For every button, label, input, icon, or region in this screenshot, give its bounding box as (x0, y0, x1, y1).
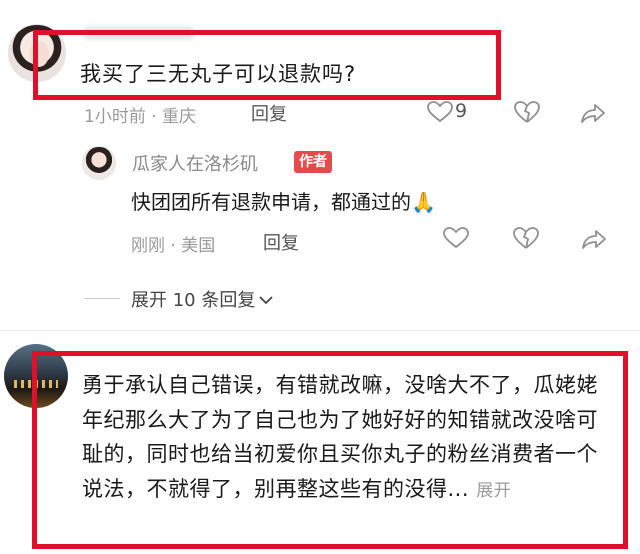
author-badge: 作者 (294, 151, 332, 173)
highlight-box (33, 30, 501, 100)
reply-text-body: 快团团所有退款申请，都通过的 (131, 190, 411, 214)
author-name[interactable]: 瓜家人在洛杉矶 (132, 150, 258, 176)
share-icon[interactable] (580, 102, 606, 124)
expand-replies-button[interactable]: 展开 10 条回复 (131, 286, 274, 312)
heart-icon[interactable] (427, 101, 453, 123)
expand-replies-label: 展开 10 条回复 (131, 290, 256, 311)
comment-meta: 1小时前 · 重庆 (84, 107, 197, 127)
reply-text: 快团团所有退款申请，都通过的🙏 (131, 186, 436, 215)
author-avatar[interactable] (82, 146, 116, 180)
highlight-box (32, 351, 628, 549)
share-icon[interactable] (581, 228, 607, 250)
pray-emoji-icon: 🙏 (411, 190, 436, 214)
reply-button[interactable]: 回复 (251, 100, 287, 126)
reply-meta: 刚刚 · 美国 (131, 236, 216, 256)
expand-divider (84, 298, 120, 299)
heart-icon[interactable] (443, 227, 469, 249)
broken-heart-icon[interactable] (513, 226, 539, 250)
chevron-down-icon (259, 296, 273, 305)
reply-button[interactable]: 回复 (263, 229, 299, 255)
like-count: 9 (455, 100, 468, 122)
broken-heart-icon[interactable] (514, 100, 540, 124)
section-divider (0, 330, 640, 331)
